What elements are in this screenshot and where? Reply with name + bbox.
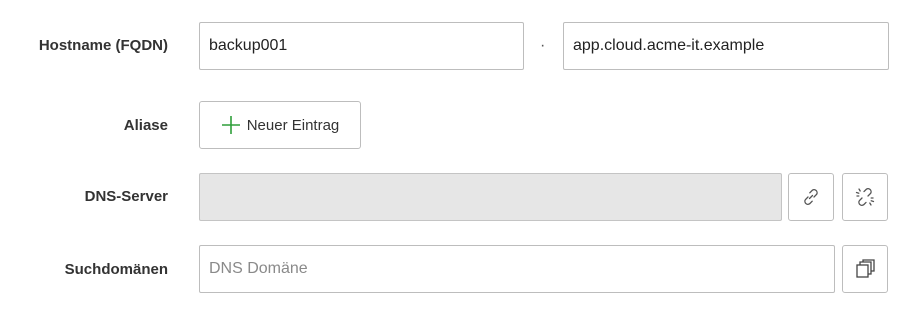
hostname-value: backup001 <box>209 37 288 54</box>
link-dns-button[interactable] <box>788 173 834 221</box>
hostname-label: Hostname (FQDN) <box>38 37 168 54</box>
add-alias-button-label: Neuer Eintrag <box>246 116 340 134</box>
dns-server-input[interactable] <box>199 173 782 221</box>
dns-server-label: DNS-Server <box>84 188 168 205</box>
search-domain-placeholder: DNS Domäne <box>209 260 308 277</box>
copy-icon <box>854 258 876 280</box>
search-domains-label: Suchdomänen <box>64 261 168 278</box>
aliases-label: Aliase <box>123 117 168 134</box>
unlink-icon <box>853 185 877 209</box>
search-domain-input[interactable]: DNS Domäne <box>199 245 835 293</box>
domain-value: app.cloud.acme-it.example <box>573 37 765 54</box>
plus-icon <box>221 115 241 135</box>
unlink-dns-button[interactable] <box>842 173 888 221</box>
domain-input[interactable]: app.cloud.acme-it.example <box>563 22 889 70</box>
hostname-input[interactable]: backup001 <box>199 22 524 70</box>
link-icon <box>800 186 822 208</box>
hostname-domain-separator: · <box>540 37 546 54</box>
add-alias-button[interactable]: Neuer Eintrag <box>199 101 361 149</box>
copy-search-domains-button[interactable] <box>842 245 888 293</box>
